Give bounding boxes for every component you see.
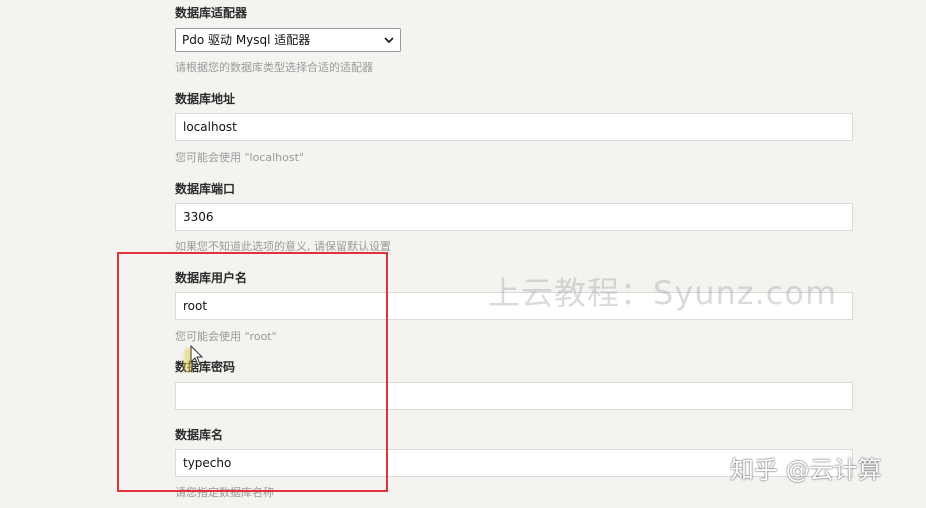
adapter-select[interactable]: Pdo 驱动 Mysql 适配器 <box>175 28 401 52</box>
adapter-hint: 请根据您的数据库类型选择合适的适配器 <box>175 61 373 74</box>
user-hint: 您可能会使用 "root" <box>175 330 277 343</box>
credit-text: 知乎 @云计算 <box>730 456 882 484</box>
password-input[interactable] <box>175 382 853 410</box>
dbname-label: 数据库名 <box>175 428 224 442</box>
adapter-select-value: Pdo 驱动 Mysql 适配器 <box>182 33 311 47</box>
host-label: 数据库地址 <box>175 92 236 106</box>
host-hint: 您可能会使用 "localhost" <box>175 151 304 164</box>
user-label: 数据库用户名 <box>175 271 248 285</box>
mouse-cursor-icon <box>190 344 204 367</box>
watermark-text: 上云教程：Syunz.com <box>488 274 838 312</box>
dbname-hint: 请您指定数据库名称 <box>175 486 274 499</box>
chevron-down-icon <box>384 29 394 60</box>
port-input[interactable]: 3306 <box>175 203 853 231</box>
host-input[interactable]: localhost <box>175 113 853 141</box>
port-hint: 如果您不知道此选项的意义, 请保留默认设置 <box>175 240 391 253</box>
port-label: 数据库端口 <box>175 182 236 196</box>
adapter-label: 数据库适配器 <box>175 6 248 20</box>
